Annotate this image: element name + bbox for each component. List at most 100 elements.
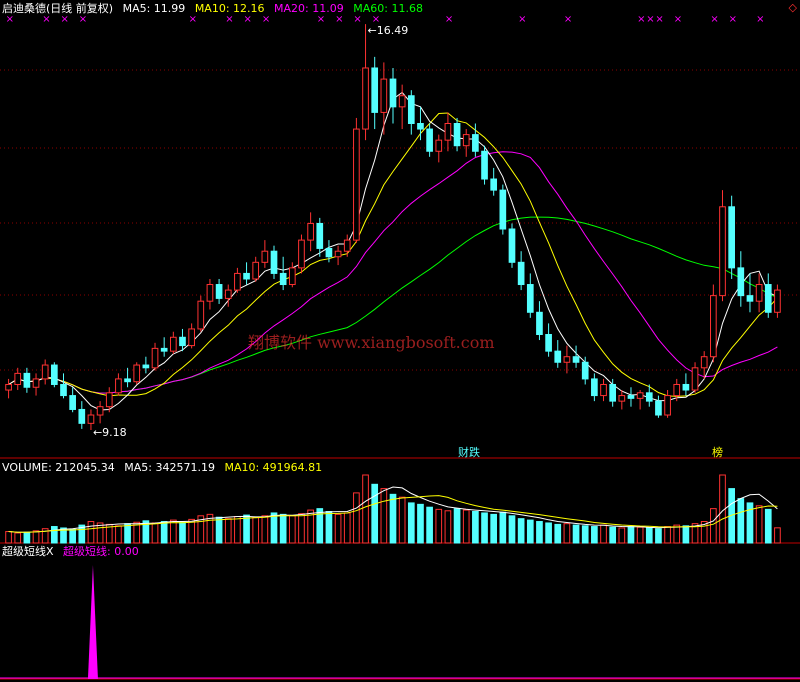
ma60-path [8,216,778,394]
volume-bar [179,521,186,544]
candle-body [563,356,571,363]
candle-body [5,383,12,391]
candle-body [270,250,278,274]
candle-body [764,284,772,313]
watermark: 翔博软件 www.xiangbosoft.com [248,333,495,352]
volume-bar [774,527,781,544]
candle-body [581,361,589,380]
candle-body [142,364,150,369]
candle-body [60,383,67,397]
candle-body [243,272,250,280]
volume-bar [737,498,745,544]
candle-body [407,95,415,124]
volume-bar [389,493,397,544]
candle-body [591,378,598,397]
candle-body [179,336,186,347]
candle-body [682,383,690,391]
candle-body [618,395,626,402]
candle-body [499,189,507,230]
volume-bar [490,513,498,544]
candle-body [334,250,342,258]
candle-body [481,150,488,180]
corner-diamond-icon[interactable]: ◇ [789,1,797,14]
volume-bar [261,515,269,544]
volume-bar [288,515,296,544]
volume-bar [188,518,195,544]
signal-x-marker: × [445,14,453,25]
volume-bar [151,522,159,544]
candle-body [23,372,31,388]
signal-x-marker: × [564,14,572,25]
candle-body [517,261,525,286]
volume-bar [398,496,406,544]
candle-body [719,206,726,297]
indicator-name: 超级短线X [2,545,54,558]
signal-x-marker: × [674,14,682,25]
candle-body [197,300,205,330]
volume-bar [407,502,415,544]
volume-bar [426,506,433,544]
ma10-line [8,112,778,397]
volume-bar [682,525,690,544]
candle-body [371,67,379,113]
indicator-line-label: 超级短线: 0.00 [63,545,139,558]
candle-body [169,336,177,352]
volume-bar [591,526,598,544]
ma10-path [8,112,778,397]
stock-chart[interactable]: × × × × × × × × × × × × × × × × × × × × × × 翔博软件 www.xiangbos… [0,0,800,682]
volume-bar [23,531,31,544]
candle-body [508,228,516,263]
candle-body [353,128,360,241]
candle-body [151,347,159,369]
stock-title: 启迪桑德(日线 前复权) [2,2,114,15]
candle-body [96,406,104,416]
volume-bar [636,526,644,544]
volume-bar [353,492,360,544]
candle-body [279,272,287,286]
signal-x-marker: × [353,14,361,25]
candle-body [32,378,40,388]
legend-vol-ma5: MA5: 342571.19 [124,461,215,474]
volume-bar [234,516,241,544]
candle-body [307,222,314,241]
candle-body [398,95,406,108]
signal-x-marker: × [225,14,233,25]
candle-body [444,123,452,141]
candle-body [362,67,369,130]
volume-bar [124,523,131,544]
volume-bar [517,518,525,544]
volume-bar [645,527,653,544]
volume-bar [627,526,635,544]
signal-x-marker: × [60,14,68,25]
candle-body [664,395,671,416]
signal-x-marker: × [710,14,718,25]
volume-bar [325,511,333,544]
volume-bar [508,515,516,544]
volume-bar [215,516,223,544]
signal-x-marker: × [518,14,526,25]
signal-x-marker: × [335,14,343,25]
candle-body [609,383,617,402]
candle-body [526,284,534,313]
candle-body [115,378,122,394]
ma60-line [8,216,778,394]
candle-body [673,383,681,397]
volume-bar [169,519,177,544]
volume-bar [14,532,22,544]
volume-bar [572,524,580,544]
signal-x-marker: × [42,14,50,25]
volume-bar [472,511,479,544]
legend-vol-ma10: MA10: 491964.81 [224,461,323,474]
candle-body [774,289,781,313]
volume-bar [371,483,379,544]
volume-bars [5,474,781,544]
candle-body [325,247,333,258]
volume-bar [51,526,58,544]
candle-body [655,400,662,416]
volume-bar [600,524,607,544]
candle-body [417,123,424,130]
candle-body [600,383,607,397]
signal-x-marker: × [637,14,645,25]
candle-body [224,289,232,299]
signal-x-marker: × [244,14,252,25]
